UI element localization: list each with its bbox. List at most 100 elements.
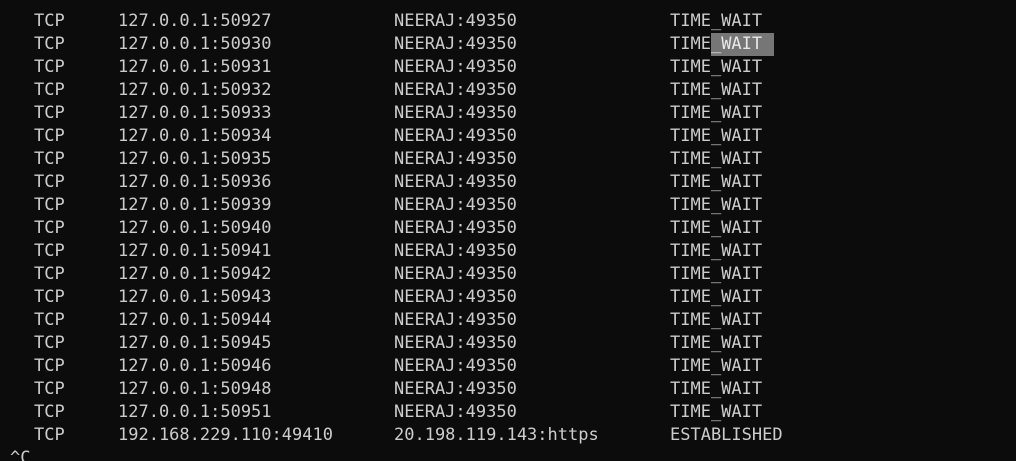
local-address: 192.168.229.110:49410: [118, 425, 333, 445]
local-address: 127.0.0.1:50930: [118, 34, 272, 54]
connection-row: TCP 127.0.0.1:50935 NEERAJ:49350 TIME_WA…: [0, 148, 1016, 171]
local-address: 127.0.0.1:50943: [118, 287, 272, 307]
local-address: 127.0.0.1:50939: [118, 195, 272, 215]
connection-state: TIME_WAIT: [670, 241, 763, 261]
connection-state: TIME_WAIT: [670, 195, 763, 215]
foreign-address: NEERAJ:49350: [394, 264, 517, 284]
state-text: TIME: [670, 34, 711, 54]
connection-row: TCP 127.0.0.1:50946 NEERAJ:49350 TIME_WA…: [0, 355, 1016, 378]
protocol: TCP: [34, 126, 65, 146]
connection-state: TIME_WAIT: [670, 264, 763, 284]
protocol: TCP: [34, 195, 65, 215]
protocol: TCP: [34, 310, 65, 330]
local-address: 127.0.0.1:50927: [118, 11, 272, 31]
connection-state: TIME_WAIT: [670, 379, 763, 399]
command-prompt[interactable]: ^C: [10, 447, 30, 461]
local-address: 127.0.0.1:50933: [118, 103, 272, 123]
foreign-address: 20.198.119.143:https: [394, 425, 599, 445]
connection-state: TIME_WAIT: [670, 402, 763, 422]
foreign-address: NEERAJ:49350: [394, 80, 517, 100]
protocol: TCP: [34, 149, 65, 169]
protocol: TCP: [34, 402, 65, 422]
local-address: 127.0.0.1:50932: [118, 80, 272, 100]
protocol: TCP: [34, 356, 65, 376]
protocol: TCP: [34, 11, 65, 31]
protocol: TCP: [34, 172, 65, 192]
local-address: 127.0.0.1:50934: [118, 126, 272, 146]
protocol: TCP: [34, 264, 65, 284]
protocol: TCP: [34, 241, 65, 261]
protocol: TCP: [34, 34, 65, 54]
foreign-address: NEERAJ:49350: [394, 218, 517, 238]
connection-row: TCP 127.0.0.1:50927 NEERAJ:49350 TIME_WA…: [0, 10, 1016, 33]
local-address: 127.0.0.1:50945: [118, 333, 272, 353]
connection-state: TIME_WAIT: [670, 103, 763, 123]
foreign-address: NEERAJ:49350: [394, 126, 517, 146]
foreign-address: NEERAJ:49350: [394, 195, 517, 215]
connection-state: TIME_WAIT: [670, 126, 763, 146]
local-address: 127.0.0.1:50948: [118, 379, 272, 399]
connection-state: TIME_WAIT: [670, 218, 763, 238]
foreign-address: NEERAJ:49350: [394, 57, 517, 77]
connection-row: TCP 127.0.0.1:50932 NEERAJ:49350 TIME_WA…: [0, 79, 1016, 102]
connection-state: TIME_WAIT: [670, 149, 763, 169]
protocol: TCP: [34, 103, 65, 123]
local-address: 127.0.0.1:50931: [118, 57, 272, 77]
connection-row: TCP 127.0.0.1:50936 NEERAJ:49350 TIME_WA…: [0, 171, 1016, 194]
connection-row: TCP 127.0.0.1:50939 NEERAJ:49350 TIME_WA…: [0, 194, 1016, 217]
local-address: 127.0.0.1:50935: [118, 149, 272, 169]
foreign-address: NEERAJ:49350: [394, 333, 517, 353]
connection-row: TCP 127.0.0.1:50931 NEERAJ:49350 TIME_WA…: [0, 56, 1016, 79]
local-address: 127.0.0.1:50940: [118, 218, 272, 238]
connection-state: TIME_WAIT: [670, 80, 763, 100]
foreign-address: NEERAJ:49350: [394, 241, 517, 261]
netstat-output: TCP 127.0.0.1:50927 NEERAJ:49350 TIME_WA…: [0, 10, 1016, 447]
foreign-address: NEERAJ:49350: [394, 11, 517, 31]
protocol: TCP: [34, 379, 65, 399]
protocol: TCP: [34, 333, 65, 353]
foreign-address: NEERAJ:49350: [394, 379, 517, 399]
connection-row: TCP 127.0.0.1:50933 NEERAJ:49350 TIME_WA…: [0, 102, 1016, 125]
connection-state: ESTABLISHED: [670, 425, 783, 445]
connection-row: TCP 127.0.0.1:50942 NEERAJ:49350 TIME_WA…: [0, 263, 1016, 286]
connection-row: TCP 127.0.0.1:50944 NEERAJ:49350 TIME_WA…: [0, 309, 1016, 332]
foreign-address: NEERAJ:49350: [394, 149, 517, 169]
local-address: 127.0.0.1:50941: [118, 241, 272, 261]
local-address: 127.0.0.1:50944: [118, 310, 272, 330]
foreign-address: NEERAJ:49350: [394, 34, 517, 54]
connection-row: TCP 127.0.0.1:50951 NEERAJ:49350 TIME_WA…: [0, 401, 1016, 424]
connection-state: TIME_WAIT: [670, 33, 775, 56]
foreign-address: NEERAJ:49350: [394, 310, 517, 330]
local-address: 127.0.0.1:50936: [118, 172, 272, 192]
protocol: TCP: [34, 218, 65, 238]
connection-row: TCP 127.0.0.1:50930 NEERAJ:49350 TIME_WA…: [0, 33, 1016, 56]
foreign-address: NEERAJ:49350: [394, 287, 517, 307]
connection-state: TIME_WAIT: [670, 333, 763, 353]
connection-row: TCP 127.0.0.1:50941 NEERAJ:49350 TIME_WA…: [0, 240, 1016, 263]
protocol: TCP: [34, 425, 65, 445]
terminal-window[interactable]: TCP 127.0.0.1:50927 NEERAJ:49350 TIME_WA…: [0, 0, 1016, 461]
connection-row: TCP 127.0.0.1:50940 NEERAJ:49350 TIME_WA…: [0, 217, 1016, 240]
connection-state: TIME_WAIT: [670, 57, 763, 77]
connection-state: TIME_WAIT: [670, 287, 763, 307]
protocol: TCP: [34, 80, 65, 100]
connection-row: TCP 127.0.0.1:50934 NEERAJ:49350 TIME_WA…: [0, 125, 1016, 148]
local-address: 127.0.0.1:50942: [118, 264, 272, 284]
connection-state: TIME_WAIT: [670, 11, 763, 31]
connection-state: TIME_WAIT: [670, 310, 763, 330]
connection-row: TCP 127.0.0.1:50948 NEERAJ:49350 TIME_WA…: [0, 378, 1016, 401]
foreign-address: NEERAJ:49350: [394, 356, 517, 376]
foreign-address: NEERAJ:49350: [394, 172, 517, 192]
connection-state: TIME_WAIT: [670, 172, 763, 192]
connection-row: TCP 192.168.229.110:49410 20.198.119.143…: [0, 424, 1016, 447]
local-address: 127.0.0.1:50946: [118, 356, 272, 376]
text-selection[interactable]: _WAIT: [710, 33, 775, 56]
local-address: 127.0.0.1:50951: [118, 402, 272, 422]
connection-row: TCP 127.0.0.1:50945 NEERAJ:49350 TIME_WA…: [0, 332, 1016, 355]
foreign-address: NEERAJ:49350: [394, 402, 517, 422]
protocol: TCP: [34, 57, 65, 77]
protocol: TCP: [34, 287, 65, 307]
connection-row: TCP 127.0.0.1:50943 NEERAJ:49350 TIME_WA…: [0, 286, 1016, 309]
connection-state: TIME_WAIT: [670, 356, 763, 376]
foreign-address: NEERAJ:49350: [394, 103, 517, 123]
